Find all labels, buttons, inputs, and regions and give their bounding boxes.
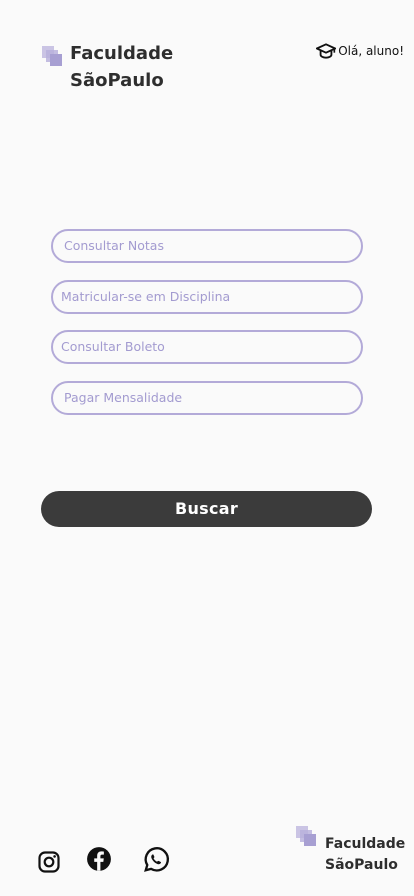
app-header: Faculdade SãoPaulo Olá, aluno! [0, 0, 414, 110]
brand-name-line1: Faculdade [70, 43, 174, 64]
footer-brand-line1: Faculdade [325, 836, 406, 852]
stacked-squares-logo-icon [42, 46, 64, 68]
instagram-icon[interactable] [37, 850, 61, 874]
greeting-text: Olá, aluno! [338, 44, 404, 58]
facebook-icon[interactable] [86, 846, 112, 872]
brand[interactable]: Faculdade SãoPaulo [42, 40, 173, 94]
whatsapp-icon[interactable] [142, 846, 170, 874]
consultar-notas-field[interactable]: Consultar Notas [51, 229, 363, 263]
search-button[interactable]: Buscar [41, 491, 372, 527]
footer-brand-line2: SãoPaulo [325, 857, 398, 873]
footer-brand[interactable]: Faculdade SãoPaulo [296, 826, 405, 876]
footer-brand-name: Faculdade SãoPaulo [325, 834, 405, 876]
user-greeting[interactable]: Olá, aluno! [316, 41, 404, 61]
consultar-boleto-field[interactable]: Consultar Boleto [51, 330, 363, 364]
brand-name: Faculdade SãoPaulo [70, 40, 173, 94]
brand-name-line2: SãoPaulo [70, 70, 164, 91]
pagar-mensalidade-field[interactable]: Pagar Mensalidade [51, 381, 363, 415]
graduation-cap-icon [316, 43, 337, 59]
stacked-squares-logo-icon [296, 826, 318, 848]
matricular-disciplina-field[interactable]: Matricular-se em Disciplina [51, 280, 363, 314]
